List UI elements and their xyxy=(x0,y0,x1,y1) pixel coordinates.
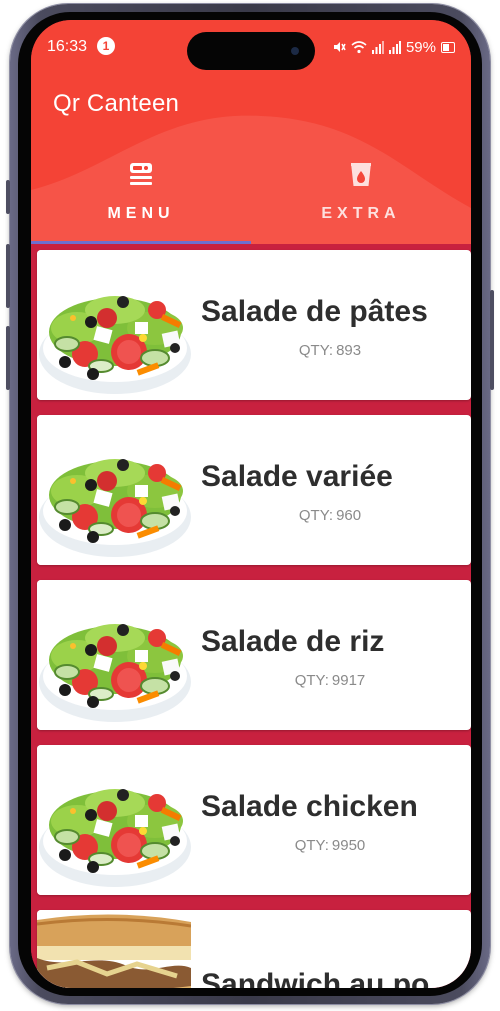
list-item[interactable]: Sandwich au po xyxy=(37,910,471,988)
camera-lens xyxy=(291,47,299,55)
salad-image xyxy=(37,415,191,565)
phone-volume-up-button xyxy=(6,244,10,308)
menu-list[interactable]: Salade de pâtes QTY: 893 Salade variée QT… xyxy=(31,244,471,988)
app-title: Qr Canteen xyxy=(53,90,180,117)
drink-cup-icon xyxy=(351,163,371,186)
signal-icon-1 xyxy=(371,41,384,54)
item-qty: QTY: 9950 xyxy=(191,837,469,854)
item-qty: QTY: 960 xyxy=(191,507,469,524)
list-item[interactable]: Salade chicken QTY: 9950 xyxy=(37,745,471,895)
phone-screen: 16:33 1 59% Qr Canteen MENU EXTRA Salade… xyxy=(31,20,471,988)
sandwich-image xyxy=(37,910,191,988)
phone-volume-down-button xyxy=(6,326,10,390)
qty-label: QTY: xyxy=(298,342,334,359)
salad-image xyxy=(37,745,191,895)
salad-image xyxy=(37,250,191,400)
qty-label: QTY: xyxy=(294,672,329,689)
phone-side-button xyxy=(6,180,10,214)
qty-label: QTY: xyxy=(294,837,329,854)
status-time: 16:33 xyxy=(47,38,88,55)
list-item[interactable]: Salade variée QTY: 960 xyxy=(37,415,471,565)
tab-extra[interactable]: EXTRA xyxy=(251,160,471,240)
item-name: Salade de riz xyxy=(201,625,385,658)
qty-value: 9950 xyxy=(331,837,366,854)
status-icons: 59% xyxy=(332,37,455,57)
tab-menu[interactable]: MENU xyxy=(31,160,251,240)
item-name: Salade variée xyxy=(201,460,393,493)
item-name: Sandwich au po xyxy=(201,968,430,988)
tab-menu-label: MENU xyxy=(107,205,175,222)
status-bar: 16:33 1 59% xyxy=(31,20,471,76)
wifi-icon xyxy=(351,41,367,54)
qty-value: 893 xyxy=(336,342,362,359)
qty-label: QTY: xyxy=(298,507,334,524)
list-item[interactable]: Salade de riz QTY: 9917 xyxy=(37,580,471,730)
battery-icon xyxy=(441,41,455,53)
salad-image xyxy=(37,580,191,730)
battery-percent: 59% xyxy=(405,38,436,56)
item-name: Salade chicken xyxy=(201,790,418,823)
tab-extra-label: EXTRA xyxy=(321,205,401,222)
qty-value: 960 xyxy=(336,507,362,524)
list-item[interactable]: Salade de pâtes QTY: 893 xyxy=(37,250,471,400)
qty-value: 9917 xyxy=(331,672,366,689)
app-header: 16:33 1 59% Qr Canteen MENU EXTRA xyxy=(31,20,471,244)
item-name: Salade de pâtes xyxy=(201,295,428,328)
menu-food-icon xyxy=(130,163,152,185)
notification-badge: 1 xyxy=(97,37,115,55)
mute-icon xyxy=(333,42,346,52)
item-qty: QTY: 893 xyxy=(191,342,469,359)
signal-icon-2 xyxy=(388,41,401,54)
phone-power-button xyxy=(490,290,494,390)
item-qty: QTY: 9917 xyxy=(191,672,469,689)
